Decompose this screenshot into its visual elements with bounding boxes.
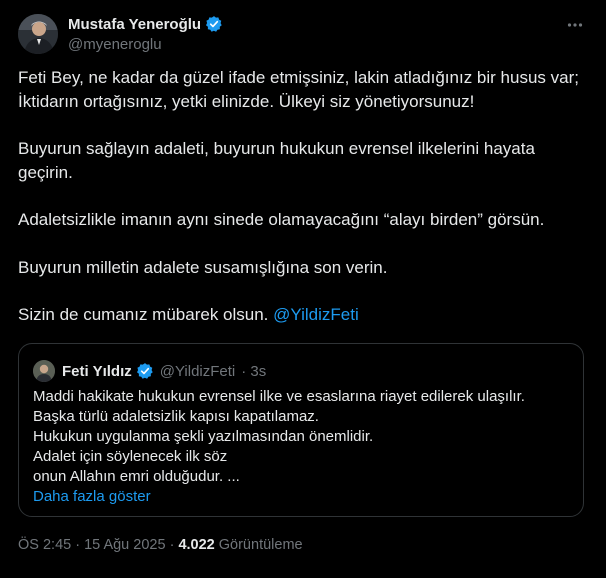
tweet-paragraph-last: Sizin de cumanız mübarek olsun. @YildizF…	[18, 303, 588, 327]
quoted-line: Hukukun uygulanma şekli yazılmasından ön…	[33, 428, 374, 445]
quoted-author-avatar[interactable]	[33, 360, 55, 382]
author-name-text[interactable]: Mustafa Yeneroğlu	[68, 16, 201, 33]
quoted-header: Feti Yıldız @YildizFeti · 3s	[62, 362, 266, 380]
views-label: Görüntüleme	[218, 537, 303, 553]
quoted-line: Başka türlü adaletsizlik kapısı kapatıla…	[33, 408, 319, 425]
tweet-text: Feti Bey, ne kadar da güzel ifade etmişs…	[18, 66, 588, 327]
tweet-meta: ÖS 2:45 · 15 Ağu 2025 · 4.022 Görüntülem…	[18, 537, 303, 553]
tweet-date[interactable]: 15 Ağu 2025	[84, 537, 165, 553]
author-avatar[interactable]	[18, 14, 58, 54]
tweet-paragraph: Buyurun milletin adalete susamışlığına s…	[18, 257, 388, 277]
tweet-paragraph: Feti Bey, ne kadar da güzel ifade etmişs…	[18, 68, 579, 111]
author-name[interactable]: Mustafa Yeneroğlu	[68, 15, 223, 33]
verified-badge-icon	[136, 362, 154, 380]
quoted-line: Adalet için söylenecek ilk söz	[33, 448, 228, 465]
meta-separator: ·	[75, 537, 85, 553]
quoted-author-handle[interactable]: @YildizFeti	[160, 363, 236, 380]
quoted-line: onun Allahın emri olduğudur. ...	[33, 468, 240, 485]
quoted-time[interactable]: · 3s	[241, 363, 266, 380]
quoted-tweet[interactable]: Feti Yıldız @YildizFeti · 3s Maddi hakik…	[18, 343, 584, 517]
quoted-text: Maddi hakikate hukukun evrensel ilke ve …	[33, 387, 569, 507]
views-count: 4.022	[178, 537, 215, 553]
more-options-icon[interactable]	[564, 14, 586, 36]
tweet-card: Mustafa Yeneroğlu @myeneroglu Feti Bey, …	[0, 0, 606, 578]
verified-badge-icon	[205, 15, 223, 33]
mention-link[interactable]: @YildizFeti	[273, 305, 359, 324]
tweet-paragraph: Buyurun sağlayın adaleti, buyurun hukuku…	[18, 139, 535, 182]
quoted-line: Maddi hakikate hukukun evrensel ilke ve …	[33, 388, 525, 405]
quoted-author-name[interactable]: Feti Yıldız	[62, 363, 132, 380]
tweet-time[interactable]: ÖS 2:45	[18, 537, 71, 553]
tweet-last-text: Sizin de cumanız mübarek olsun.	[18, 305, 269, 324]
tweet-paragraph: Adaletsizlikle imanın aynı sinede olamay…	[18, 210, 545, 229]
author-handle[interactable]: @myeneroglu	[68, 36, 162, 53]
show-more-link[interactable]: Daha fazla göster	[33, 487, 569, 507]
